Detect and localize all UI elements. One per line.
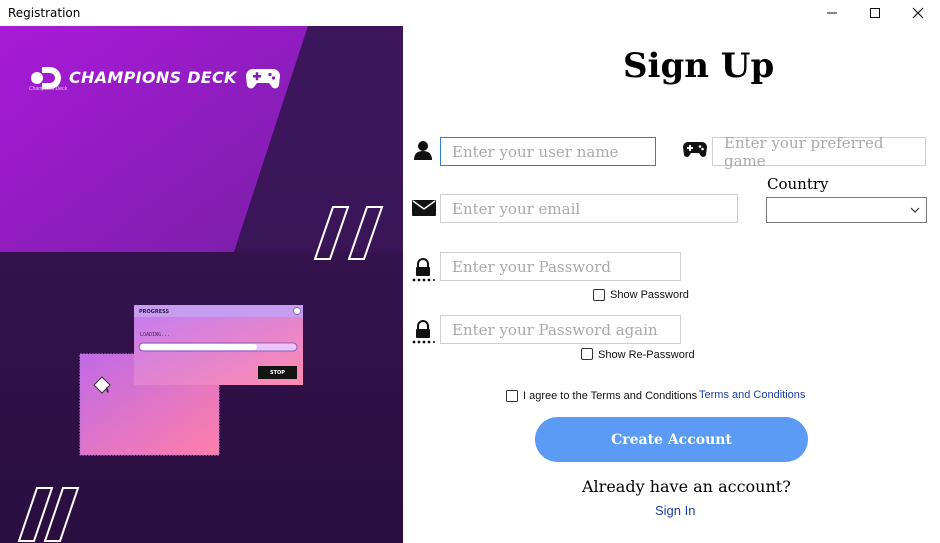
show-repassword-checkbox[interactable]: [581, 348, 593, 360]
loading-text: LOADING...: [140, 332, 171, 338]
brand-panel: CHAMPIONS DECK Champions Deck PROGRESS L…: [0, 26, 403, 543]
user-icon: [411, 138, 435, 162]
minimize-button[interactable]: [810, 0, 854, 26]
username-input[interactable]: Enter your user name: [440, 137, 656, 166]
gamepad-logo-icon: [246, 69, 280, 89]
page-title: Sign Up: [623, 46, 775, 86]
sign-in-link[interactable]: Sign In: [655, 503, 695, 518]
brand-tagline: Champions Deck: [29, 86, 68, 92]
close-icon: [912, 7, 924, 19]
progress-fill: [140, 344, 257, 350]
stop-button: STOP: [258, 366, 297, 379]
window-title: Registration: [8, 6, 81, 20]
country-select[interactable]: [766, 197, 927, 223]
show-password-checkbox[interactable]: [593, 289, 605, 301]
title-bar: Registration: [0, 0, 940, 26]
gamepad-icon: [681, 138, 709, 162]
email-input[interactable]: Enter your email: [440, 194, 738, 223]
password-input[interactable]: Enter your Password: [440, 252, 681, 281]
already-account-text: Already have an account?: [582, 477, 791, 496]
preferred-game-input[interactable]: Enter your preferred game: [712, 134, 926, 170]
maximize-button[interactable]: [853, 0, 897, 26]
terms-checkbox[interactable]: [506, 390, 518, 402]
terms-link[interactable]: Terms and Conditions: [699, 389, 805, 401]
chevron-down-icon: [910, 207, 920, 213]
close-button[interactable]: [896, 0, 940, 26]
brand-name: CHAMPIONS DECK: [69, 68, 237, 87]
maximize-icon: [870, 8, 880, 18]
lock-icon: [411, 256, 435, 284]
show-password-label: Show Password: [610, 289, 689, 301]
terms-agree-label: I agree to the Terms and Conditions: [523, 390, 698, 402]
show-repassword-label: Show Re-Password: [598, 349, 695, 361]
lock-icon: [411, 318, 435, 346]
paint-bucket-icon: [93, 376, 111, 394]
signup-form: Sign Up Enter your user name Enter your …: [403, 26, 940, 543]
brand-background: [0, 26, 403, 543]
email-icon: [410, 196, 438, 220]
country-label: Country: [767, 175, 829, 193]
create-account-button[interactable]: Create Account: [535, 417, 808, 462]
progress-window-title: PROGRESS: [139, 309, 170, 315]
minimize-icon: [827, 12, 837, 14]
repassword-input[interactable]: Enter your Password again: [440, 315, 681, 344]
